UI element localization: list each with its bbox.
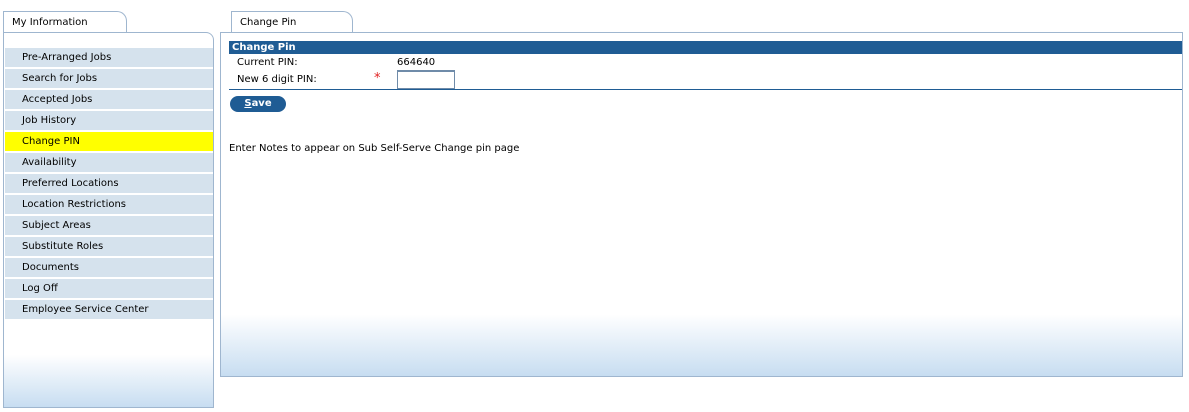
tab-change-pin[interactable]: Change Pin — [231, 11, 353, 33]
sidebar-item-availability[interactable]: Availability — [5, 153, 213, 172]
tab-my-information[interactable]: My Information — [3, 11, 127, 33]
required-asterisk: * — [374, 71, 381, 86]
current-pin-label: Current PIN: — [237, 57, 298, 68]
sidebar-item-pre-arranged-jobs[interactable]: Pre-Arranged Jobs — [5, 48, 213, 67]
save-label: ave — [251, 98, 272, 109]
sidebar-item-job-history[interactable]: Job History — [5, 111, 213, 130]
save-button[interactable]: Save — [230, 96, 286, 112]
sidebar-item-change-pin[interactable]: Change PIN — [5, 132, 213, 151]
sidebar-item-subject-areas[interactable]: Subject Areas — [5, 216, 213, 235]
sidebar-item-log-off[interactable]: Log Off — [5, 279, 213, 298]
page-notes: Enter Notes to appear on Sub Self-Serve … — [229, 143, 520, 154]
sidebar-item-documents[interactable]: Documents — [5, 258, 213, 277]
current-pin-value: 664640 — [397, 57, 436, 68]
section-header: Change Pin — [229, 41, 1182, 54]
new-pin-input[interactable] — [397, 71, 455, 89]
save-accesskey: S — [244, 98, 252, 109]
tab-label: Change Pin — [240, 17, 297, 28]
sidebar-item-substitute-roles[interactable]: Substitute Roles — [5, 237, 213, 256]
sidebar-list: Pre-Arranged Jobs Search for Jobs Accepted… — [5, 48, 213, 321]
sidebar-item-location-restrictions[interactable]: Location Restrictions — [5, 195, 213, 214]
main-panel: Change Pin Current PIN: 664640 New 6 dig… — [220, 32, 1183, 377]
new-pin-label: New 6 digit PIN: — [237, 74, 317, 85]
sidebar-item-employee-service-center[interactable]: Employee Service Center — [5, 300, 213, 319]
sidebar-item-accepted-jobs[interactable]: Accepted Jobs — [5, 90, 213, 109]
sidebar: Pre-Arranged Jobs Search for Jobs Accepted… — [3, 32, 214, 408]
tab-label: My Information — [12, 17, 88, 28]
sidebar-item-preferred-locations[interactable]: Preferred Locations — [5, 174, 213, 193]
sidebar-item-search-for-jobs[interactable]: Search for Jobs — [5, 69, 213, 88]
divider — [229, 89, 1182, 90]
